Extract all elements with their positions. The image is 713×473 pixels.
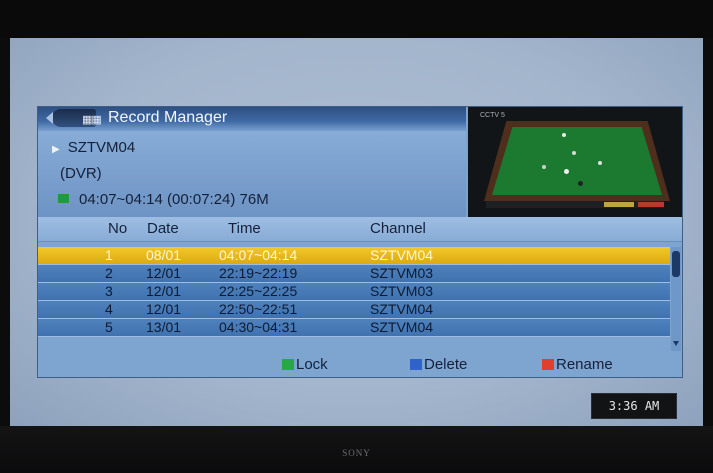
cell-date: 12/01 <box>146 301 182 317</box>
video-preview: CCTV 5 <box>468 107 682 217</box>
cell-channel: SZTVM04 <box>370 301 434 317</box>
channel-name: ▶ SZTVM04 <box>52 139 135 156</box>
ball <box>542 165 546 169</box>
cell-channel: SZTVM03 <box>370 283 434 299</box>
cell-time: 04:30~04:31 <box>219 319 298 335</box>
channel-logo: CCTV 5 <box>480 112 505 119</box>
cell-no: 5 <box>105 319 113 335</box>
ball <box>564 169 569 174</box>
green-key-icon <box>282 359 294 370</box>
table-row[interactable]: 2 12/01 22:19~22:19 SZTVM03 <box>38 265 670 283</box>
cell-no: 2 <box>105 265 113 281</box>
column-header-time: Time <box>228 220 261 237</box>
title-bar: ▦▦ Record Manager <box>38 107 466 131</box>
table-row[interactable]: 5 13/01 04:30~04:31 SZTVM04 <box>38 319 670 337</box>
record-manager-window: ▦▦ Record Manager ▶ SZTVM04 (DVR) 04:07~0… <box>37 106 683 378</box>
cell-channel: SZTVM04 <box>370 247 434 263</box>
tv-brand-logo: SONY <box>342 448 371 458</box>
record-status-icon <box>58 194 69 203</box>
cell-channel: SZTVM04 <box>370 319 434 335</box>
rename-label: Rename <box>556 356 613 373</box>
score-highlight <box>638 202 664 207</box>
cell-time: 22:19~22:19 <box>219 265 298 281</box>
cell-date: 12/01 <box>146 283 182 299</box>
action-legend: Lock Delete Rename <box>38 353 682 377</box>
scrollbar-thumb[interactable] <box>672 251 680 277</box>
snooker-table-felt <box>492 127 662 195</box>
ball <box>562 133 566 137</box>
cell-no: 4 <box>105 301 113 317</box>
cell-date: 08/01 <box>146 247 182 263</box>
ball <box>598 161 602 165</box>
tv-bezel-top <box>0 0 713 38</box>
cell-time: 04:07~04:14 <box>219 247 298 263</box>
cell-no: 3 <box>105 283 113 299</box>
cell-time: 22:50~22:51 <box>219 301 298 317</box>
list-scrollbar[interactable] <box>671 247 681 351</box>
column-header-channel: Channel <box>370 220 426 237</box>
record-details-panel: ▦▦ Record Manager ▶ SZTVM04 (DVR) 04:07~0… <box>38 107 466 217</box>
lock-button[interactable]: Lock <box>282 356 328 373</box>
score-highlight <box>604 202 634 207</box>
cell-no: 1 <box>105 247 113 263</box>
scroll-down-arrow-icon[interactable] <box>673 341 679 346</box>
channel-type: (DVR) <box>60 165 102 182</box>
cell-time: 22:25~22:25 <box>219 283 298 299</box>
column-header-row: No Date Time Channel <box>38 217 682 242</box>
column-header-date: Date <box>147 220 179 237</box>
back-arrow-icon[interactable]: ▦▦ <box>46 109 102 127</box>
score-bar <box>486 201 664 208</box>
cell-date: 13/01 <box>146 319 182 335</box>
table-row[interactable]: 4 12/01 22:50~22:51 SZTVM04 <box>38 301 670 319</box>
table-row[interactable]: 3 12/01 22:25~22:25 SZTVM03 <box>38 283 670 301</box>
recordings-rows: 1 08/01 04:07~04:14 SZTVM04 2 12/01 22:1… <box>38 247 670 337</box>
rename-button[interactable]: Rename <box>542 356 613 373</box>
lock-label: Lock <box>296 356 328 373</box>
delete-button[interactable]: Delete <box>410 356 467 373</box>
table-row[interactable]: 1 08/01 04:07~04:14 SZTVM04 <box>38 247 670 265</box>
channel-name-text: SZTVM04 <box>67 139 136 156</box>
column-header-no: No <box>108 220 128 237</box>
cell-date: 12/01 <box>146 265 182 281</box>
record-info-text: 04:07~04:14 (00:07:24) 76M <box>79 191 269 208</box>
delete-label: Delete <box>424 356 468 373</box>
clock-display: 3:36 AM <box>591 393 677 419</box>
red-key-icon <box>542 359 554 370</box>
film-clapper-icon: ▦▦ <box>82 114 102 126</box>
play-triangle-icon: ▶ <box>52 144 60 155</box>
recordings-list: No Date Time Channel 1 08/01 04:07~04:14… <box>38 217 682 377</box>
blue-key-icon <box>410 359 422 370</box>
ball <box>578 181 583 186</box>
cell-channel: SZTVM03 <box>370 265 434 281</box>
record-info: 04:07~04:14 (00:07:24) 76M <box>58 191 269 208</box>
ball <box>572 151 576 155</box>
window-title: Record Manager <box>108 109 228 126</box>
